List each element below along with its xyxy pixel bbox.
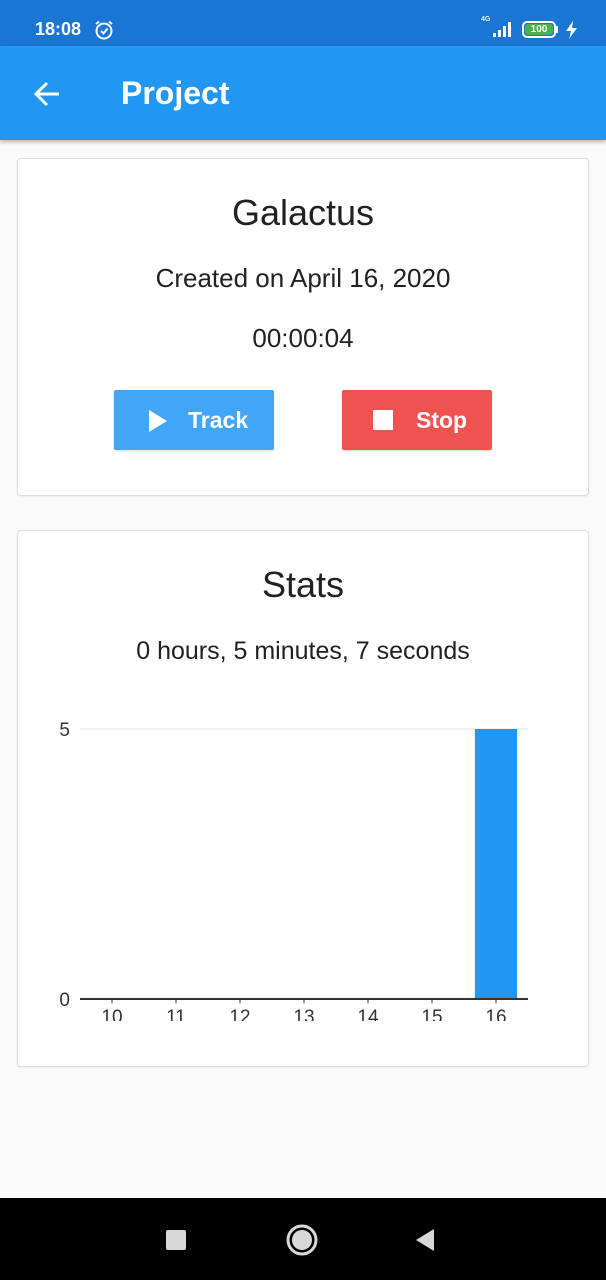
system-nav-bar xyxy=(0,1198,606,1280)
chart-x-tick-label: 12 xyxy=(229,1007,250,1021)
chart-x-tick-label: 14 xyxy=(357,1007,379,1021)
stats-title: Stats xyxy=(261,564,345,605)
app-bar: Project xyxy=(0,46,606,140)
chart-y-tick-label: 0 xyxy=(59,990,70,1011)
battery-level: 100 xyxy=(525,24,553,35)
page-title: Project xyxy=(121,75,230,111)
home-circle-icon[interactable] xyxy=(280,1218,324,1262)
alarm-icon xyxy=(95,20,113,40)
back-triangle-icon[interactable] xyxy=(404,1218,448,1262)
chart-x-tick-label: 16 xyxy=(485,1007,506,1021)
play-icon xyxy=(149,410,167,432)
battery-icon: 100 xyxy=(522,21,556,38)
network-type-label: 4G xyxy=(481,16,491,23)
stop-icon xyxy=(373,410,393,430)
stop-button[interactable]: Stop xyxy=(342,390,492,450)
chart-y-tick-label: 5 xyxy=(59,720,70,741)
back-button[interactable] xyxy=(22,69,72,119)
track-button[interactable]: Track xyxy=(114,390,274,450)
charging-bolt-icon xyxy=(566,21,577,39)
stats-card: Stats 0 hours, 5 minutes, 7 seconds 0 5 10… xyxy=(17,530,589,1067)
arrow-left-icon xyxy=(33,81,59,107)
signal-icon xyxy=(493,22,511,37)
chart-x-tick-label: 13 xyxy=(293,1007,314,1021)
chart-x-tick-label: 10 xyxy=(101,1007,122,1021)
recents-square-icon[interactable] xyxy=(154,1218,198,1262)
chart-x-tick-label: 11 xyxy=(166,1007,186,1021)
project-name: Galactus xyxy=(231,192,375,233)
battery-tip xyxy=(556,26,558,33)
status-bar: 18:08 4G 100 xyxy=(0,0,606,46)
elapsed-timer: 00:00:04 xyxy=(252,323,354,353)
stop-button-label: Stop xyxy=(416,407,468,433)
stats-bar-chart: 0 5 10 11 12 13 14 15 16 xyxy=(59,720,528,1021)
chart-x-tick-label: 15 xyxy=(421,1007,442,1021)
stats-total-time: 0 hours, 5 minutes, 7 seconds xyxy=(136,637,470,665)
track-button-label: Track xyxy=(188,407,249,433)
project-card: Galactus Created on April 16, 2020 00:00… xyxy=(17,158,589,496)
chart-bar xyxy=(474,729,518,999)
created-date: Created on April 16, 2020 xyxy=(155,263,451,293)
status-time: 18:08 xyxy=(35,19,82,39)
